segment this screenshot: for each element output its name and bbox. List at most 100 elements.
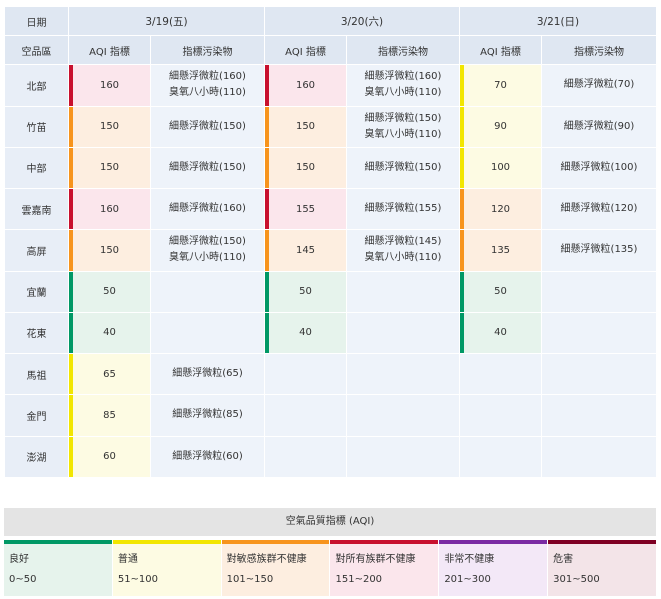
aqi-value: 50 [299, 286, 312, 298]
table-row: 高屏 150 細懸浮微粒(150) 臭氧八小時(110) 145 細懸浮微粒(145) 臭氧… [4, 229, 657, 272]
aqi-value-cell: 40 [68, 311, 151, 355]
aqi-legend: 空氣品質指標 (AQI) 良好 0~50 普通 51~100 對敏感族群不健康 101~1… [4, 508, 656, 596]
area-header-label: 空品區 [4, 35, 69, 66]
aqi-level-bar [69, 395, 73, 436]
aqi-value: 85 [103, 409, 116, 421]
aqi-level-bar [69, 230, 73, 271]
table-row: 北部 160 細懸浮微粒(160) 臭氧八小時(110) 160 細懸浮微粒(160) 臭氧… [4, 64, 657, 107]
pollutant-text: 細懸浮微粒(70) [563, 79, 635, 91]
pollutant-cell: 細懸浮微粒(65) [150, 353, 265, 396]
aqi-value: 90 [494, 121, 507, 133]
aqi-value: 100 [490, 162, 511, 174]
pollutant-text: 細懸浮微粒(150) [169, 236, 246, 248]
aqi-value: 60 [103, 451, 116, 463]
area-name: 竹苗 [4, 105, 69, 148]
pollutant-cell [346, 311, 460, 355]
aqi-value-cell: 135 [459, 229, 542, 272]
table-row: 澎湖 60 細懸浮微粒(60) [4, 435, 657, 479]
aqi-value: 40 [299, 327, 312, 339]
pollutant-cell: 細懸浮微粒(135) [541, 229, 657, 272]
table-row: 中部 150 細懸浮微粒(150) 150 細懸浮微粒(150) 100 細懸浮微粒(100… [4, 146, 657, 190]
aqi-value-cell: 85 [68, 394, 151, 437]
aqi-value-cell: 120 [459, 188, 542, 231]
aqi-value: 40 [103, 327, 116, 339]
aqi-value-cell: 40 [459, 311, 542, 355]
column-header-row: 空品區 AQI 指標 指標污染物 AQI 指標 指標污染物 AQI 指標 指標污… [4, 35, 657, 66]
aqi-level-bar [460, 65, 464, 106]
pollutant-header-day-3: 指標污染物 [541, 35, 657, 66]
empty-cell [346, 435, 460, 479]
aqi-level-bar [69, 189, 73, 230]
pollutant-text: 細懸浮微粒(90) [563, 120, 635, 132]
aqi-value: 160 [99, 79, 120, 91]
area-name: 宜蘭 [4, 270, 69, 313]
pollutant-cell [346, 270, 460, 313]
pollutant-text: 細懸浮微粒(65) [172, 368, 243, 380]
empty-cell [541, 353, 657, 396]
legend-category-range: 0~50 [9, 574, 37, 585]
legend-category: 非常不健康 201~300 [439, 540, 548, 596]
aqi-value-cell: 70 [459, 64, 542, 107]
legend-category-label: 良好 [9, 554, 29, 565]
empty-cell [541, 435, 657, 479]
pollutant-cell: 細懸浮微粒(90) [541, 105, 657, 148]
pollutant-cell: 細懸浮微粒(150) [346, 146, 460, 190]
pollutant-text: 細懸浮微粒(160) [169, 71, 246, 83]
aqi-level-bar [69, 436, 73, 477]
aqi-value: 50 [103, 286, 116, 298]
area-name: 雲嘉南 [4, 188, 69, 231]
aqi-level-bar [265, 147, 269, 189]
aqi-value: 150 [99, 244, 120, 256]
aqi-value: 150 [295, 162, 316, 174]
legend-title: 空氣品質指標 (AQI) [4, 508, 656, 536]
legend-category: 普通 51~100 [112, 540, 221, 596]
legend-category: 危害 301~500 [548, 540, 656, 596]
aqi-header-day-3: AQI 指標 [459, 35, 542, 66]
aqi-value-cell: 50 [264, 270, 347, 313]
aqi-level-bar [69, 65, 73, 106]
pollutant-text: 細懸浮微粒(160) [169, 203, 246, 215]
aqi-value: 40 [494, 327, 507, 339]
aqi-value: 160 [99, 203, 120, 215]
aqi-value: 65 [103, 368, 116, 380]
legend-category-range: 51~100 [117, 574, 159, 585]
pollutant-text: 臭氧八小時(110) [364, 252, 442, 264]
aqi-level-bar [460, 147, 464, 189]
aqi-level-bar [69, 354, 73, 395]
pollutant-header-day-2: 指標污染物 [346, 35, 460, 66]
aqi-value-cell: 100 [459, 146, 542, 190]
date-header-day-1: 3/19(五) [68, 5, 265, 37]
aqi-level-bar [460, 106, 464, 147]
legend-category-range: 201~300 [444, 574, 491, 585]
pollutant-text: 臭氧八小時(110) [169, 87, 246, 99]
pollutant-text: 細懸浮微粒(145) [364, 236, 442, 248]
area-name: 澎湖 [4, 435, 69, 479]
aqi-level-bar [265, 271, 269, 312]
pollutant-cell: 細懸浮微粒(145) 臭氧八小時(110) [346, 229, 460, 272]
empty-cell [346, 353, 460, 396]
pollutant-text: 臭氧八小時(110) [364, 87, 442, 99]
aqi-value: 135 [490, 244, 511, 256]
table-row: 宜蘭 50 50 50 [4, 270, 657, 313]
aqi-value: 150 [99, 162, 120, 174]
pollutant-text: 細懸浮微粒(150) [364, 161, 442, 173]
aqi-level-bar [460, 312, 464, 354]
aqi-value-cell: 160 [68, 64, 151, 107]
pollutant-text: 細懸浮微粒(100) [560, 161, 638, 173]
pollutant-cell: 細懸浮微粒(160) 臭氧八小時(110) [346, 64, 460, 107]
date-header-row: 日期 3/19(五) 3/20(六) 3/21(日) [4, 5, 657, 37]
pollutant-header-day-1: 指標污染物 [150, 35, 265, 66]
legend-category: 對敏感族群不健康 101~150 [221, 540, 330, 596]
pollutant-cell: 細懸浮微粒(150) [150, 146, 265, 190]
area-name: 花東 [4, 311, 69, 355]
legend-category-label: 危害 [553, 554, 574, 565]
aqi-level-bar [460, 189, 464, 230]
aqi-value-cell: 150 [68, 105, 151, 148]
date-header-day-2: 3/20(六) [264, 5, 460, 37]
empty-cell [264, 353, 347, 396]
pollutant-cell [541, 311, 657, 355]
pollutant-text: 細懸浮微粒(150) [169, 161, 246, 173]
aqi-value: 150 [99, 121, 120, 133]
pollutant-text: 細懸浮微粒(120) [560, 203, 638, 215]
area-name: 馬祖 [4, 353, 69, 396]
